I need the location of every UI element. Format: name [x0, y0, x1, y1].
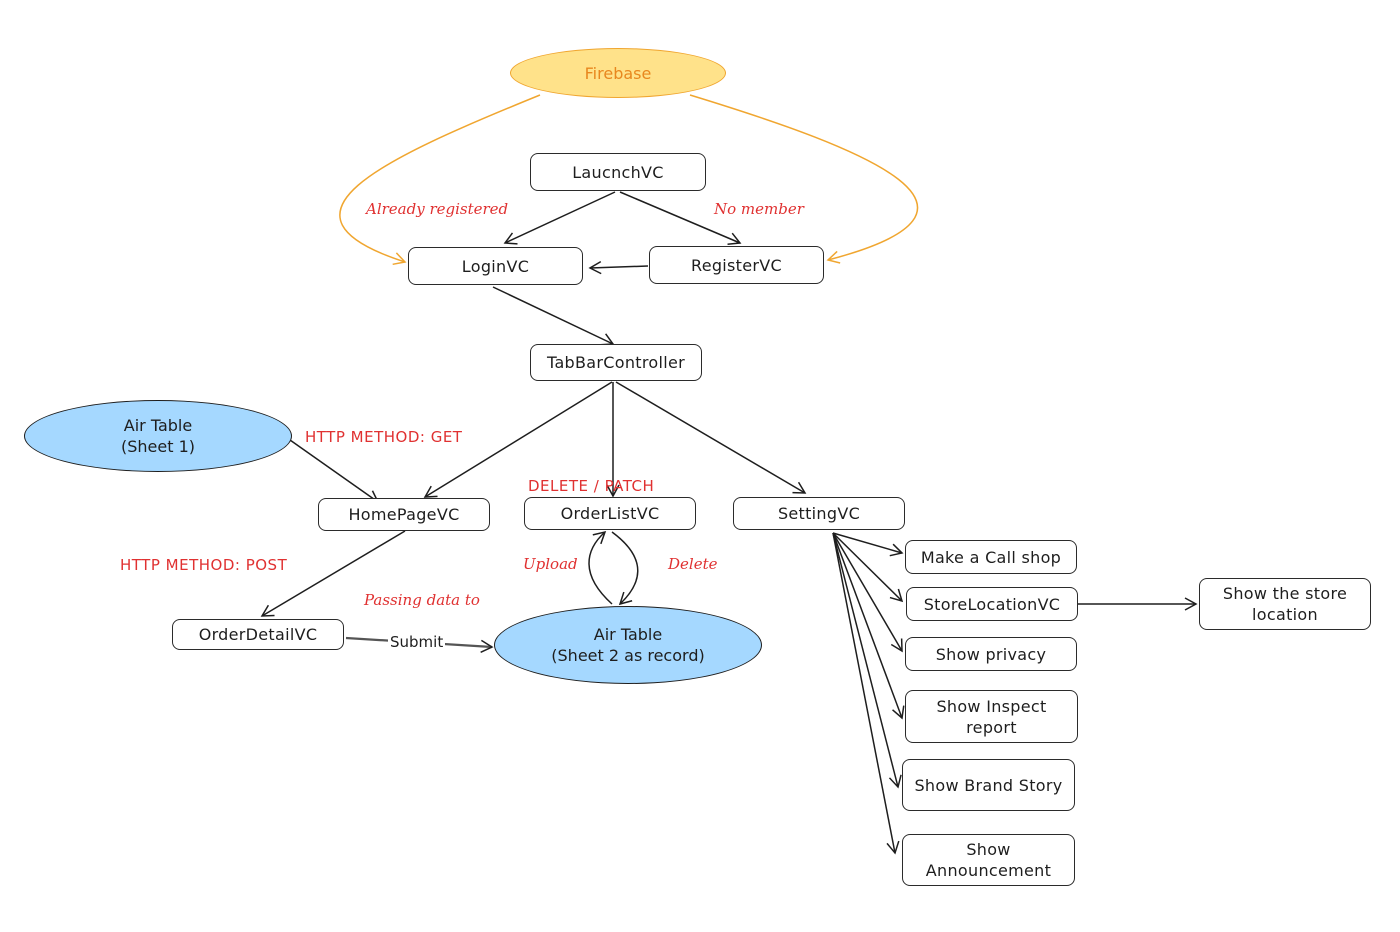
node-showstore-line1: Show the store	[1222, 584, 1348, 603]
node-inspect-line1: Show Inspect	[936, 696, 1047, 716]
node-launch[interactable]: LaucnchVC	[530, 153, 706, 191]
edge-setting-announce	[832, 532, 900, 855]
edge-login-tabbar	[492, 286, 615, 346]
node-showstore-line2: location	[1252, 605, 1318, 624]
node-airtable1-line2: (Sheet 1)	[120, 437, 195, 456]
diagram-canvas: Firebase LaucnchVC LoginVC RegisterVC Ta…	[0, 0, 1400, 932]
node-airtable2[interactable]: Air Table (Sheet 2 as record)	[494, 606, 762, 684]
edge-firebase-register	[689, 94, 919, 264]
label-already-registered: Already registered	[366, 200, 509, 218]
node-orderlist-label: OrderListVC	[560, 504, 660, 523]
label-upload: Upload	[523, 555, 578, 573]
node-storelocation[interactable]: StoreLocationVC	[906, 587, 1078, 621]
edge-firebase-login	[339, 94, 541, 266]
edge-register-login	[588, 260, 649, 275]
node-firebase[interactable]: Firebase	[510, 48, 726, 98]
node-launch-label: LaucnchVC	[572, 162, 664, 182]
label-delete-patch: DELETE / PATCH	[528, 477, 655, 495]
label-http-get: HTTP METHOD: GET	[305, 428, 463, 446]
node-orderdetail-label: OrderDetailVC	[198, 625, 318, 644]
node-orderdetail[interactable]: OrderDetailVC	[172, 619, 344, 650]
label-delete: Delete	[668, 555, 718, 573]
node-airtable1[interactable]: Air Table (Sheet 1)	[24, 400, 292, 472]
edge-upload	[588, 530, 613, 605]
node-tabbar[interactable]: TabBarController	[530, 344, 702, 381]
node-setting[interactable]: SettingVC	[733, 497, 905, 530]
node-login-label: LoginVC	[461, 256, 530, 276]
node-orderlist[interactable]: OrderListVC	[524, 497, 696, 530]
node-airtable2-line1: Air Table	[593, 625, 663, 644]
node-announce-line1: Show	[966, 840, 1011, 859]
node-firebase-label: Firebase	[584, 63, 652, 83]
label-passing-data: Passing data to	[364, 591, 480, 609]
node-brand-label: Show Brand Story	[914, 775, 1063, 795]
label-no-member: No member	[714, 200, 804, 218]
node-register-label: RegisterVC	[691, 255, 782, 275]
label-http-post: HTTP METHOD: POST	[120, 556, 288, 574]
label-submit: Submit	[388, 633, 446, 651]
edge-delete	[611, 531, 639, 606]
edge-setting-brand	[832, 532, 902, 789]
node-privacy[interactable]: Show privacy	[905, 637, 1077, 671]
edge-launch-login	[503, 191, 616, 245]
node-homepage-label: HomePageVC	[348, 505, 460, 524]
node-airtable1-line1: Air Table	[123, 416, 193, 435]
edge-airtable1-homepage	[289, 439, 380, 503]
node-privacy-label: Show privacy	[935, 644, 1047, 664]
node-brand[interactable]: Show Brand Story	[902, 759, 1075, 811]
node-call[interactable]: Make a Call shop	[905, 540, 1077, 574]
node-announce[interactable]: Show Announcement	[902, 834, 1075, 886]
node-homepage[interactable]: HomePageVC	[318, 498, 490, 531]
node-showstore[interactable]: Show the store location	[1199, 578, 1371, 630]
node-call-label: Make a Call shop	[920, 547, 1062, 567]
node-inspect[interactable]: Show Inspect report	[905, 690, 1078, 743]
edge-setting-inspect	[832, 532, 905, 720]
node-inspect-line2: report	[966, 717, 1017, 737]
node-airtable2-line2: (Sheet 2 as record)	[551, 646, 705, 665]
node-register[interactable]: RegisterVC	[649, 246, 824, 284]
node-setting-label: SettingVC	[777, 504, 861, 523]
node-storelocation-label: StoreLocationVC	[923, 594, 1061, 614]
node-announce-line2: Announcement	[925, 861, 1052, 880]
node-tabbar-label: TabBarController	[547, 353, 685, 372]
node-login[interactable]: LoginVC	[408, 247, 583, 285]
